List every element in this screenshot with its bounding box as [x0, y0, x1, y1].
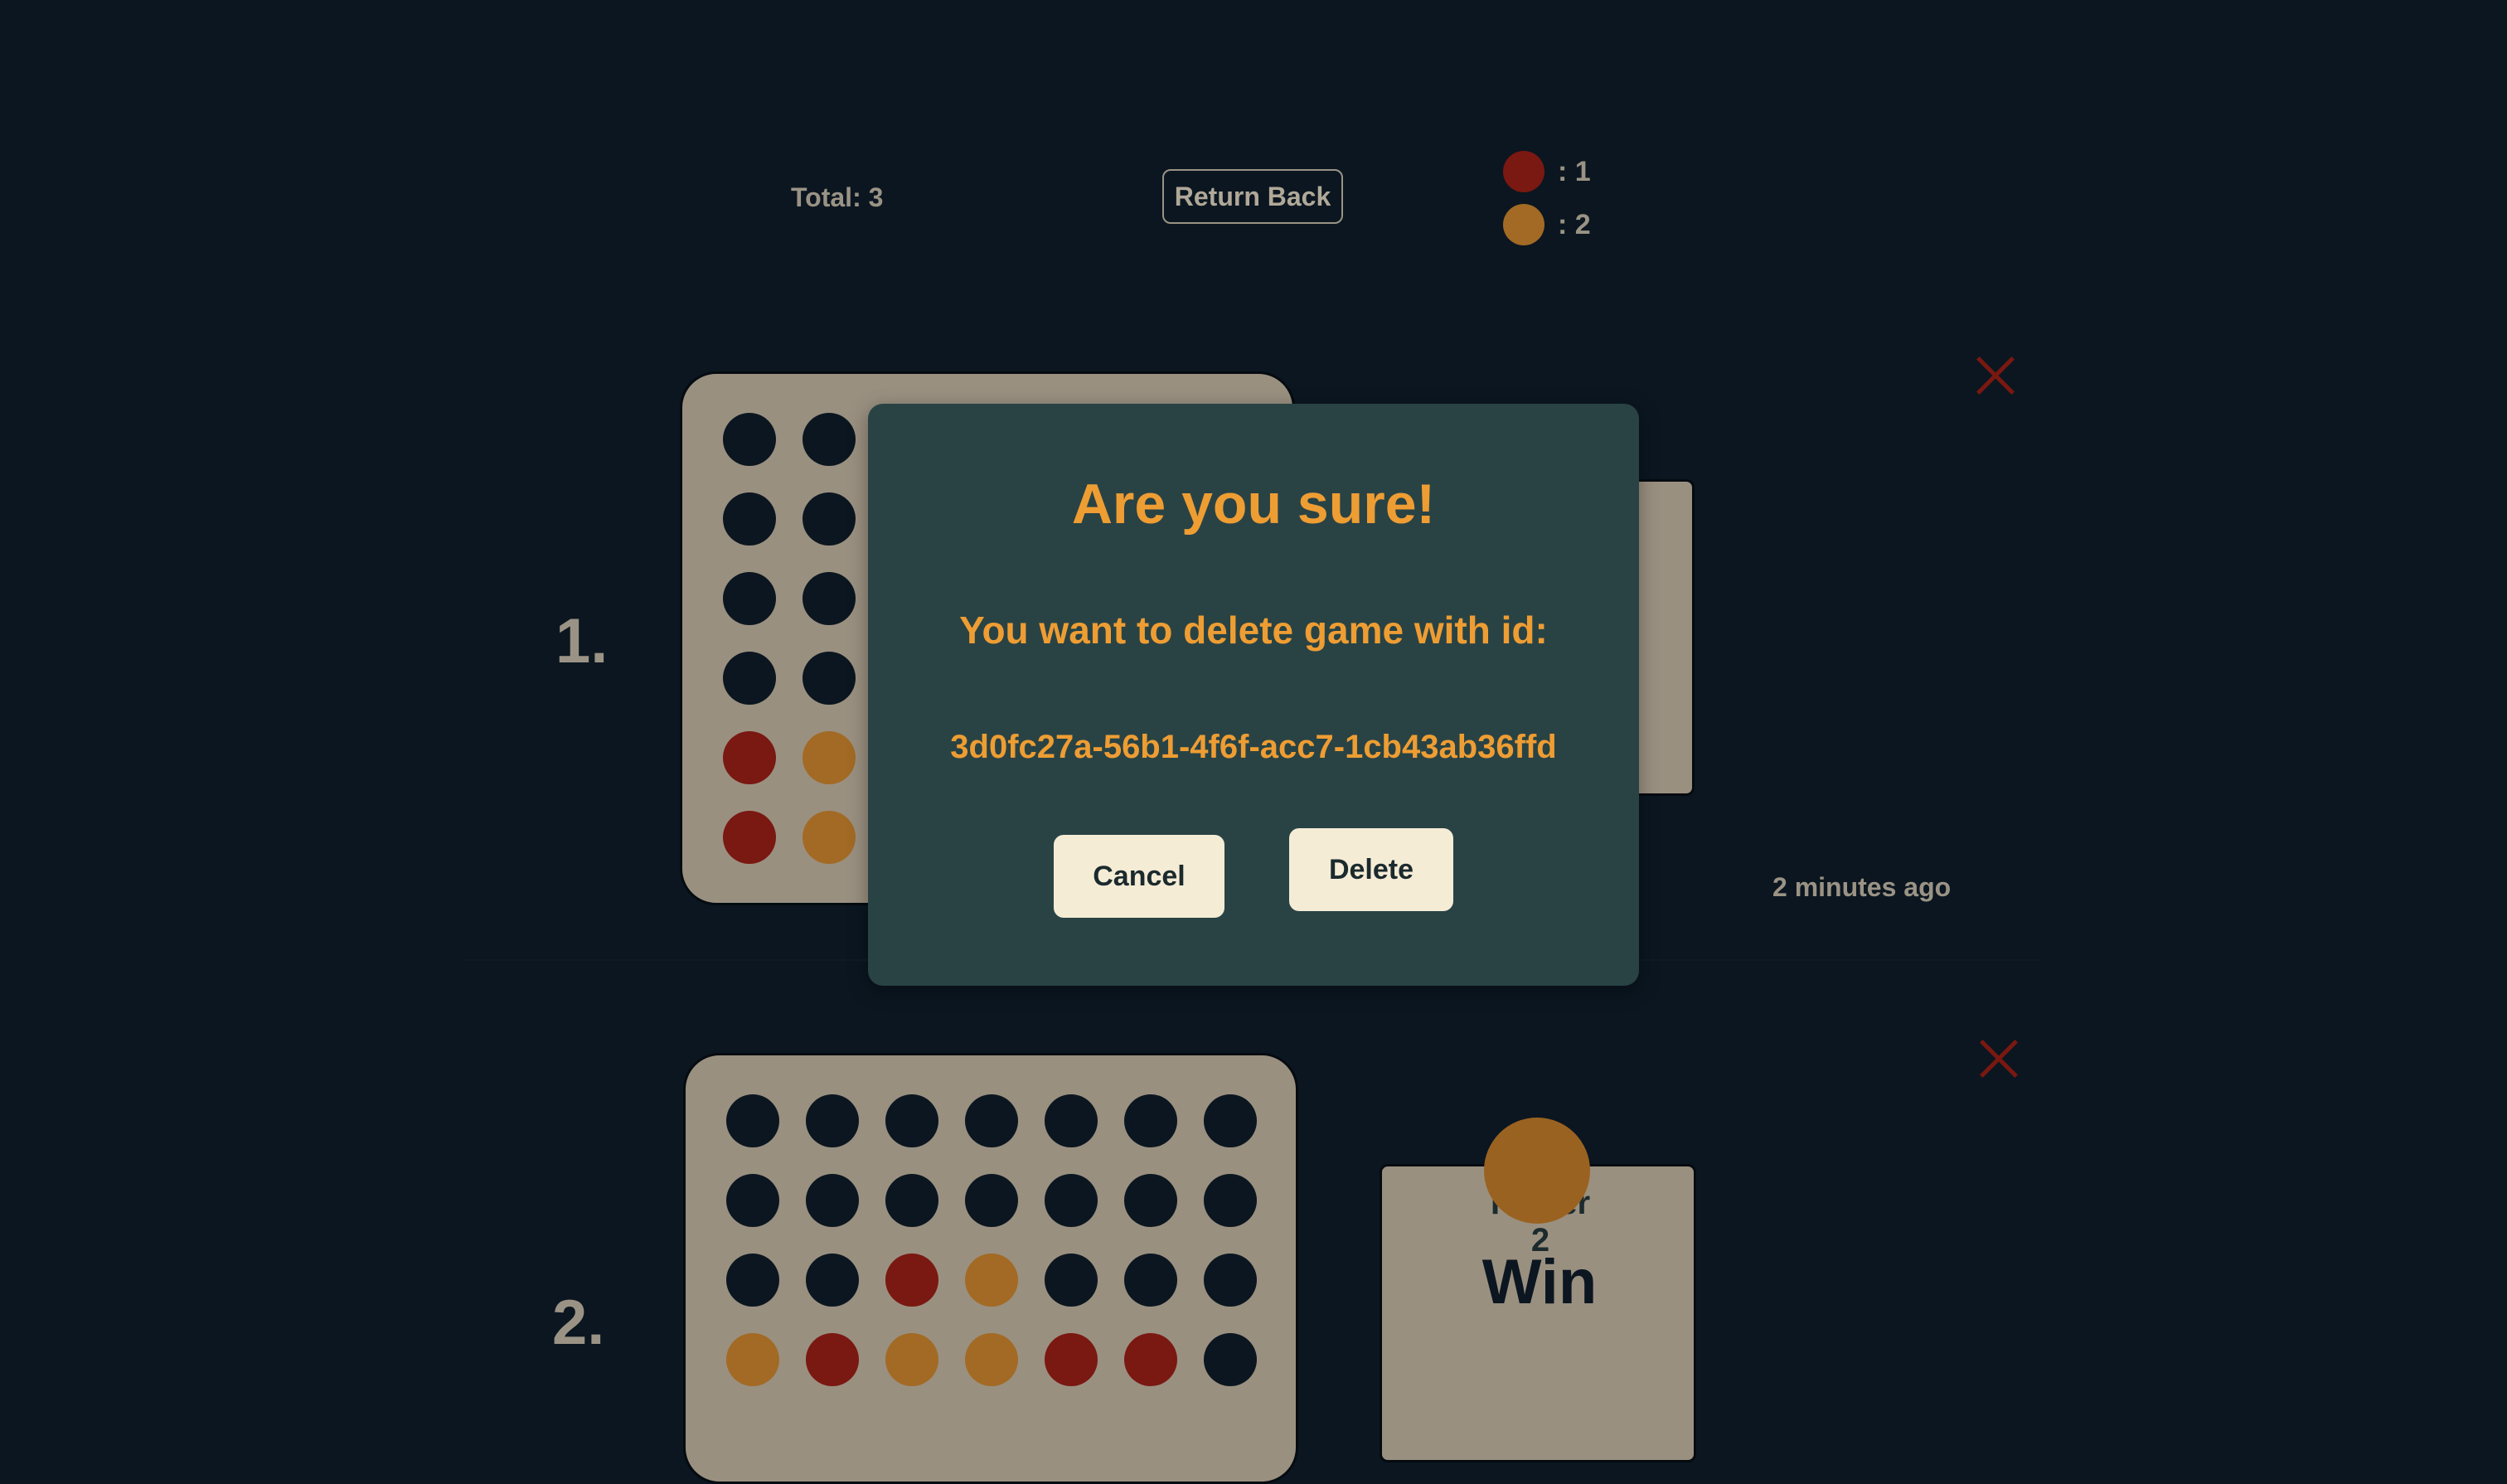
board-cell-yellow [803, 731, 856, 784]
score-player-2: : 2 [1503, 204, 1591, 245]
board-cell-empty [1124, 1094, 1177, 1147]
total-count: Total: 3 [791, 182, 884, 212]
board-cell-empty [965, 1094, 1018, 1147]
board-cell-empty [806, 1254, 859, 1307]
dialog-title: Are you sure! [1071, 473, 1436, 536]
board-cell-empty [723, 572, 776, 625]
board-cell-empty [965, 1174, 1018, 1227]
score-player-2-value: : 2 [1558, 208, 1591, 240]
delete-game-2-close-icon[interactable] [1978, 1038, 2020, 1079]
score-player-1: : 1 [1503, 151, 1591, 192]
score-player-1-value: : 1 [1558, 155, 1591, 187]
board-cell-empty [1204, 1254, 1257, 1307]
cancel-button[interactable]: Cancel [1054, 835, 1224, 918]
delete-confirm-dialog: Are you sure! You want to delete game wi… [868, 404, 1639, 986]
winner-result-label: Win [1481, 1247, 1598, 1317]
red-disc-icon [1503, 151, 1544, 192]
dialog-game-id: 3d0fc27a-56b1-4f6f-acc7-1cb43ab36ffd [950, 729, 1557, 765]
board-cell-empty [1124, 1254, 1177, 1307]
board-cell-empty [803, 413, 856, 466]
board-cell-yellow [885, 1333, 938, 1386]
board-cell-empty [1124, 1174, 1177, 1227]
yellow-disc-icon [1503, 204, 1544, 245]
board-cell-empty [1045, 1254, 1098, 1307]
board-cell-red [723, 811, 776, 864]
game-index-1: 1. [555, 606, 609, 677]
board-cell-empty [885, 1094, 938, 1147]
delete-game-1-close-icon[interactable] [1975, 355, 2016, 396]
board-cell-empty [1204, 1094, 1257, 1147]
game-1-time-ago: 2 minutes ago [1772, 872, 1952, 902]
board-cell-red [723, 731, 776, 784]
board-cell-empty [723, 413, 776, 466]
game-index-2: 2. [552, 1288, 605, 1358]
winner-disc-icon [1484, 1118, 1590, 1224]
board-cell-red [1045, 1333, 1098, 1386]
board-cell-empty [803, 652, 856, 705]
game-board-2[interactable] [683, 1053, 1298, 1484]
board-cell-empty [885, 1174, 938, 1227]
board-cell-empty [806, 1094, 859, 1147]
board-cell-empty [1045, 1174, 1098, 1227]
board-cell-empty [1204, 1174, 1257, 1227]
board-cell-empty [723, 492, 776, 546]
board-cell-yellow [726, 1333, 779, 1386]
board-cell-empty [803, 572, 856, 625]
board-cell-empty [806, 1174, 859, 1227]
return-back-button[interactable]: Return Back [1162, 169, 1343, 224]
board-cell-yellow [965, 1254, 1018, 1307]
board-cell-empty [726, 1254, 779, 1307]
board-cell-empty [726, 1174, 779, 1227]
board-cell-red [885, 1254, 938, 1307]
board-cell-empty [1204, 1333, 1257, 1386]
delete-button[interactable]: Delete [1289, 828, 1453, 911]
board-cell-empty [1045, 1094, 1098, 1147]
board-cell-red [1124, 1333, 1177, 1386]
board-cell-yellow [803, 811, 856, 864]
board-cell-red [806, 1333, 859, 1386]
board-cell-yellow [965, 1333, 1018, 1386]
board-cell-empty [726, 1094, 779, 1147]
board-cell-empty [803, 492, 856, 546]
dialog-message: You want to delete game with id: [959, 609, 1548, 652]
board-cell-empty [723, 652, 776, 705]
